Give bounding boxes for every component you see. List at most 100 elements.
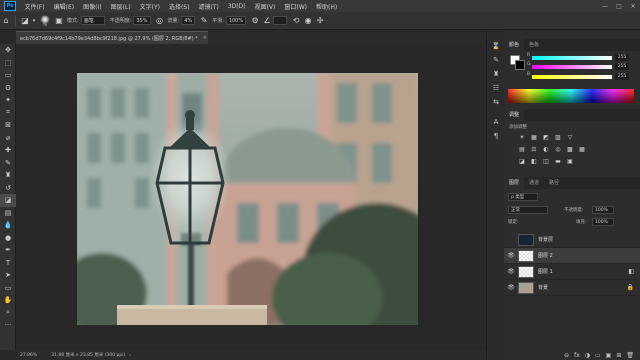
close-window-button[interactable]: ✕: [626, 0, 640, 12]
gradient-map-icon[interactable]: ▬: [554, 157, 562, 165]
tab-channels[interactable]: 通道: [524, 177, 544, 189]
channel-mixer-icon[interactable]: ▩: [566, 145, 574, 153]
canvas-area[interactable]: [16, 44, 486, 350]
menu-file[interactable]: 文件(F): [20, 2, 49, 11]
history-brush-icon[interactable]: ⟲: [290, 15, 302, 27]
pressure-opacity-icon[interactable]: ◎: [154, 15, 166, 27]
color-balance-icon[interactable]: ⚖: [530, 145, 538, 153]
more-tools-icon[interactable]: ···: [0, 319, 16, 332]
angle-icon[interactable]: ∠: [261, 15, 273, 27]
visibility-eye-icon[interactable]: 👁: [504, 268, 518, 275]
layer-style-icon[interactable]: fx: [574, 352, 580, 359]
black-white-icon[interactable]: ◐: [542, 145, 550, 153]
link-layers-icon[interactable]: ⊖: [564, 352, 569, 359]
path-select-tool-icon[interactable]: ➤: [0, 269, 16, 282]
r-channel-slider[interactable]: [532, 56, 612, 60]
curves-icon[interactable]: ◩: [542, 133, 550, 141]
visibility-eye-icon[interactable]: 👁: [504, 252, 518, 259]
tab-swatches[interactable]: 色板: [524, 39, 544, 51]
visibility-eye-icon[interactable]: 👁: [504, 284, 518, 291]
move-tool-icon[interactable]: ✥: [0, 44, 16, 57]
opacity-field[interactable]: 35%: [133, 16, 151, 25]
g-channel-value[interactable]: 255: [615, 63, 629, 70]
smoothing-field[interactable]: 100%: [225, 16, 247, 25]
eraser-tool-icon[interactable]: ◪: [0, 194, 16, 207]
blend-mode-select[interactable]: 正常: [508, 206, 548, 214]
layer-name[interactable]: 背景层: [538, 236, 553, 243]
selective-color-icon[interactable]: ▣: [566, 157, 574, 165]
pressure-size-icon[interactable]: ◉: [302, 15, 314, 27]
menu-window[interactable]: 窗口(W): [280, 2, 312, 11]
vibrance-icon[interactable]: ▽: [566, 133, 574, 141]
b-channel-value[interactable]: 255: [615, 73, 629, 80]
hue-saturation-icon[interactable]: ▤: [518, 145, 526, 153]
layer-opacity-field[interactable]: 100%: [592, 206, 614, 214]
gradient-tool-icon[interactable]: ▤: [0, 207, 16, 220]
marquee-tool-icon[interactable]: ▭: [0, 69, 16, 82]
color-spectrum-ramp[interactable]: [508, 89, 634, 103]
eyedropper-tool-icon[interactable]: ⌀: [0, 132, 16, 145]
brush-tool-icon[interactable]: ✎: [0, 157, 16, 170]
menu-image[interactable]: 图像(I): [79, 2, 106, 11]
levels-icon[interactable]: ▦: [530, 133, 538, 141]
delete-layer-icon[interactable]: 🗑: [626, 352, 634, 359]
clone-stamp-tool-icon[interactable]: ♜: [0, 169, 16, 182]
home-icon[interactable]: ⌂: [0, 15, 12, 27]
flow-field[interactable]: 4%: [181, 16, 196, 25]
layer-row[interactable]: 👁 图层 1 ◧: [504, 264, 640, 280]
mode-select[interactable]: 画笔: [80, 16, 105, 25]
layer-name[interactable]: 图层 1: [538, 268, 553, 275]
hand-tool-icon[interactable]: ✋: [0, 294, 16, 307]
brush-preset-picker[interactable]: 70: [37, 14, 53, 27]
mask-icon[interactable]: ▭: [595, 352, 601, 359]
pen-tool-icon[interactable]: ✒: [0, 244, 16, 257]
tab-paths[interactable]: 路径: [544, 177, 564, 189]
tab-adjustments[interactable]: 调整: [504, 109, 525, 121]
close-tab-button[interactable]: ×: [203, 35, 207, 41]
layer-row-selected[interactable]: 👁 图层 2: [504, 248, 640, 264]
airbrush-icon[interactable]: ✎: [198, 15, 210, 27]
frame-tool-icon[interactable]: ⊠: [0, 119, 16, 132]
eraser-tool-icon[interactable]: ◪: [19, 15, 31, 27]
menu-layer[interactable]: 图层(L): [106, 2, 135, 11]
r-channel-value[interactable]: 255: [615, 54, 629, 61]
menu-filter[interactable]: 滤镜(T): [194, 2, 223, 11]
document-canvas-photo[interactable]: [77, 73, 418, 325]
menu-view[interactable]: 视图(V): [250, 2, 280, 11]
layer-filter-select[interactable]: ρ 类型: [508, 193, 538, 201]
quick-select-tool-icon[interactable]: ✦: [0, 94, 16, 107]
invert-icon[interactable]: ◪: [518, 157, 526, 165]
gear-icon[interactable]: ⚙: [249, 15, 261, 27]
status-menu-arrow[interactable]: ›: [129, 353, 131, 358]
photo-filter-icon[interactable]: ◎: [554, 145, 562, 153]
artboard-tool-icon[interactable]: ⬚: [0, 57, 16, 70]
group-icon[interactable]: ▣: [606, 352, 612, 359]
bg-color-chip[interactable]: [515, 60, 525, 70]
threshold-icon[interactable]: ◫: [542, 157, 550, 165]
tab-layers[interactable]: 图层: [504, 177, 525, 189]
type-tool-icon[interactable]: T: [0, 257, 16, 270]
crop-tool-icon[interactable]: ⌗: [0, 107, 16, 120]
exposure-icon[interactable]: ▨: [554, 133, 562, 141]
dodge-tool-icon[interactable]: ●: [0, 232, 16, 245]
maximize-button[interactable]: □: [612, 0, 626, 12]
brush-settings-panel-icon[interactable]: ✎: [487, 53, 505, 67]
lasso-tool-icon[interactable]: ʘ: [0, 82, 16, 95]
history-brush-tool-icon[interactable]: ↺: [0, 182, 16, 195]
g-channel-slider[interactable]: [532, 65, 612, 69]
brightness-contrast-icon[interactable]: ☀: [518, 133, 526, 141]
zoom-tool-icon[interactable]: ⌕: [0, 307, 16, 320]
menu-type[interactable]: 文字(Y): [135, 2, 164, 11]
shape-tool-icon[interactable]: ▭: [0, 282, 16, 295]
color-lookup-icon[interactable]: ▦: [578, 145, 586, 153]
paragraph-panel-icon[interactable]: ¶: [487, 129, 505, 143]
symmetry-icon[interactable]: ✣: [314, 15, 326, 27]
properties-panel-icon[interactable]: ☷: [487, 81, 505, 95]
zoom-level[interactable]: 27.86%: [20, 353, 37, 358]
document-tab[interactable]: ecb76d7d69c4f9c14b79e34d8bc9f218.jpg @ 2…: [16, 31, 208, 44]
b-channel-slider[interactable]: [532, 75, 612, 79]
character-panel-icon[interactable]: A: [487, 115, 505, 129]
menu-3d[interactable]: 3D(D): [223, 3, 250, 10]
menu-help[interactable]: 帮助(H): [312, 2, 342, 11]
fill-field[interactable]: 100%: [592, 218, 614, 226]
